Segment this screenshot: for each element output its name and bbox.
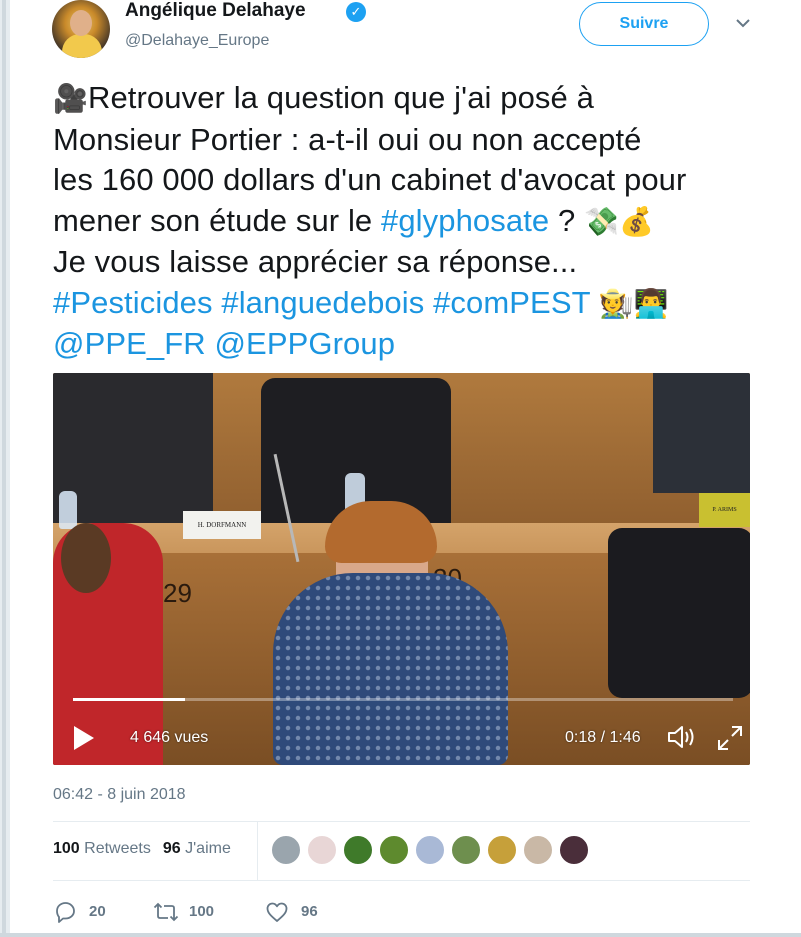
reply-icon [56,902,75,923]
technologist-emoji-icon: 👨‍💻 [633,287,669,319]
retweet-count: 100 [189,903,215,920]
video-progress-bar[interactable] [73,698,733,701]
likes-label: J'aime [185,840,231,857]
retweets-label: Retweets [84,840,151,857]
avatar[interactable] [52,0,110,58]
likes-count: 96 [162,840,181,857]
retweets-count: 100 [53,840,80,857]
liker-avatar[interactable] [523,835,553,865]
liker-avatar[interactable] [559,835,589,865]
tweet-timestamp[interactable]: 06:42 - 8 juin 2018 [53,786,186,804]
video-scene [325,501,437,563]
liker-avatar[interactable] [343,835,373,865]
author-name[interactable]: Angélique Delahaye [125,0,306,22]
mention-ppe-fr[interactable]: @PPE_FR [53,326,206,361]
tweet-line: ? [549,202,576,238]
retweet-button[interactable]: 100 [153,898,233,926]
tweet-line: Je vous laisse apprécier sa réponse... [53,244,578,279]
tweet-stats: 100 Retweets 96 J'aime [53,840,231,858]
heart-icon [266,902,288,922]
bottom-frame [0,933,801,937]
nameplate-left: H. DORFMANN [183,511,261,539]
video-scene [59,491,77,529]
verified-badge-icon: ✓ [346,2,366,22]
tweet-line: mener son étude sur le [53,202,381,238]
liker-avatar[interactable] [415,835,445,865]
reply-button[interactable]: 20 [53,898,123,926]
video-camera-emoji-icon: 🎥 [53,83,88,114]
hashtag-pesticides[interactable]: #Pesticides [53,285,213,320]
volume-icon[interactable] [667,723,699,751]
seat-number-left: 29 [163,578,192,608]
hashtag-compest[interactable]: #comPEST [433,285,590,320]
chevron-down-icon[interactable] [732,12,754,34]
retweets-stat[interactable]: 100 Retweets [53,840,151,857]
view-count: 4 646 vues [130,729,209,746]
video-scene [53,373,213,523]
liker-avatar[interactable] [271,835,301,865]
divider [53,880,750,881]
nameplate-right: P. ARIMS [699,493,750,527]
retweet-icon [153,902,179,922]
play-icon[interactable] [73,725,95,751]
mention-eppgroup[interactable]: @EPPGroup [214,326,395,361]
fullscreen-icon[interactable] [716,724,744,752]
tweet-card: Angélique Delahaye ✓ @Delahaye_Europe Su… [10,0,801,933]
tweet-line: Retrouver la question que j'ai posé à [87,80,594,115]
farmer-emoji-icon: 🧑‍🌾 [598,287,634,319]
tweet-text: 🎥Retrouver la question que j'ai posé à M… [53,78,773,365]
liker-avatar[interactable] [307,835,337,865]
tweet-line: Monsieur Portier : a-t-il oui ou non acc… [53,121,642,157]
liker-avatar[interactable] [379,835,409,865]
follow-button[interactable]: Suivre [579,2,709,46]
liker-avatar[interactable] [451,835,481,865]
video-scene [273,573,508,765]
video-scene [653,373,750,493]
reply-count: 20 [89,903,106,920]
like-count: 96 [301,903,318,920]
video-progress-fill [73,698,186,701]
left-frame [0,0,10,937]
money-wings-emoji-icon: 💸 [584,205,620,237]
hashtag-glyphosate[interactable]: #glyphosate [381,203,549,238]
tweet-line: les 160 000 dollars d'un cabinet d'avoca… [53,162,687,197]
hashtag-languedebois[interactable]: #languedebois [221,285,424,320]
divider [53,821,750,822]
author-handle[interactable]: @Delahaye_Europe [125,32,269,50]
divider [257,822,258,880]
video-scene [608,528,750,698]
likes-stat[interactable]: 96 J'aime [163,840,231,857]
liker-avatar[interactable] [487,835,517,865]
money-bag-emoji-icon: 💰 [619,205,654,237]
video-time: 0:18 / 1:46 [565,729,641,746]
video-player[interactable]: H. DORFMANN P. ARIMS 29 30 4 646 vues 0:… [53,373,750,765]
like-button[interactable]: 96 [265,898,335,926]
